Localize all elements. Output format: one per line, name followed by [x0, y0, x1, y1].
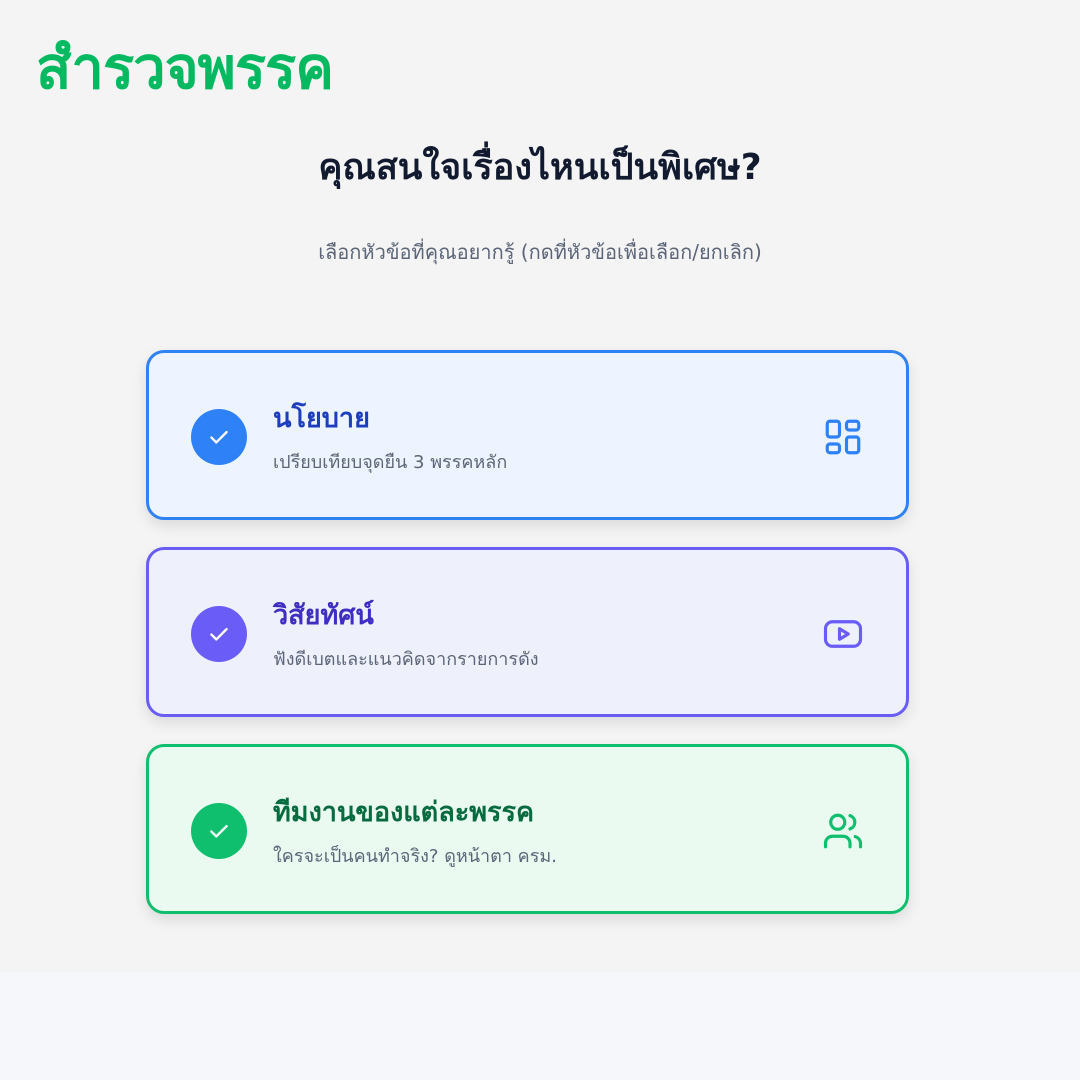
video-play-icon: [822, 613, 864, 655]
check-icon[interactable]: [191, 803, 247, 859]
app-logo: สำรวจพรรค: [36, 34, 334, 102]
topic-description: ใครจะเป็นคนทำจริง? ดูหน้าตา ครม.: [273, 846, 557, 867]
page-subtitle: เลือกหัวข้อที่คุณอยากรู้ (กดที่หัวข้อเพื…: [318, 240, 762, 264]
dashboard-grid-icon: [822, 416, 864, 458]
page-footer-area: [0, 972, 1080, 1080]
page-title: คุณสนใจเรื่องไหนเป็นพิเศษ?: [318, 147, 762, 188]
topic-title: ทีมงานของแต่ละพรรค: [273, 797, 535, 828]
check-icon[interactable]: [191, 409, 247, 465]
topic-card-vision[interactable]: วิสัยทัศน์ ฟังดีเบตและแนวคิดจากรายการดัง: [146, 547, 909, 717]
topic-list: นโยบาย เปรียบเทียบจุดยืน 3 พรรคหลัก วิสั…: [146, 350, 909, 941]
topic-card-team[interactable]: ทีมงานของแต่ละพรรค ใครจะเป็นคนทำจริง? ดู…: [146, 744, 909, 914]
check-icon[interactable]: [191, 606, 247, 662]
topic-title: นโยบาย: [273, 403, 370, 434]
topic-card-policy[interactable]: นโยบาย เปรียบเทียบจุดยืน 3 พรรคหลัก: [146, 350, 909, 520]
topic-description: ฟังดีเบตและแนวคิดจากรายการดัง: [273, 649, 539, 670]
topic-description: เปรียบเทียบจุดยืน 3 พรรคหลัก: [273, 452, 508, 473]
topic-title: วิสัยทัศน์: [273, 600, 374, 631]
users-icon: [822, 810, 864, 852]
